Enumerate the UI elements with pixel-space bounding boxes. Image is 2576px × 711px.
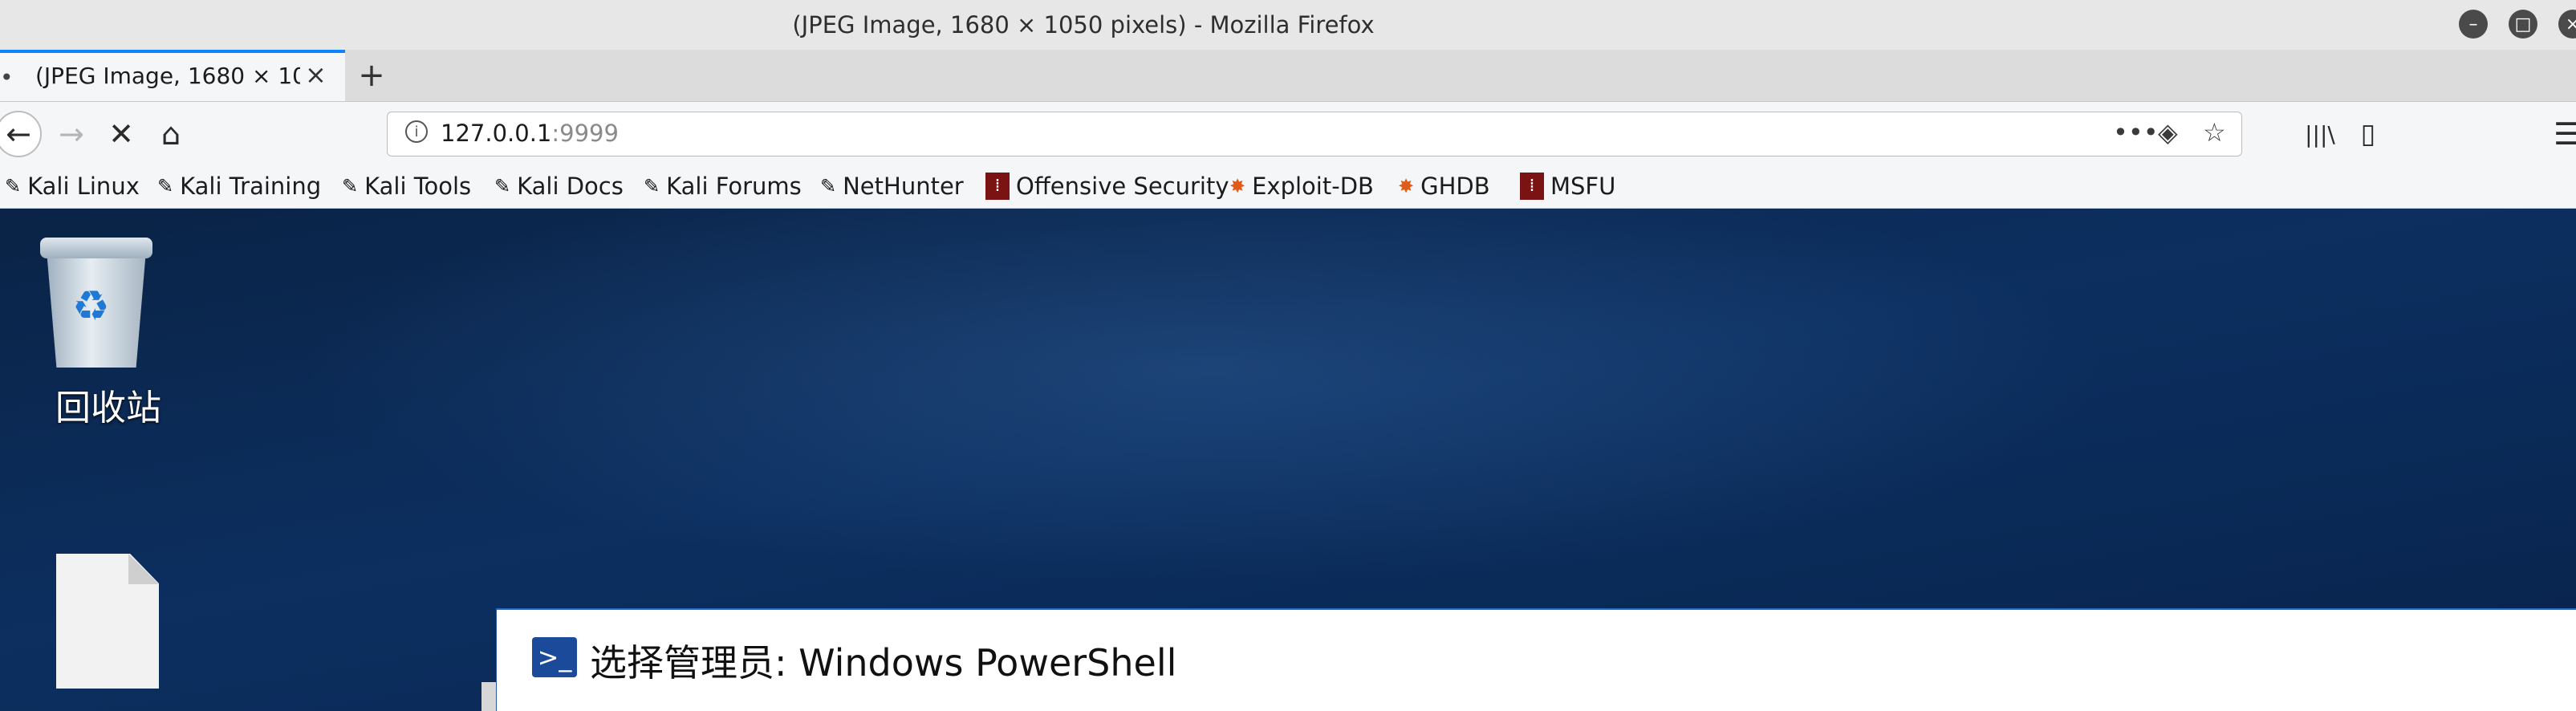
url-host: 127.0.0.1 <box>441 120 552 147</box>
recycle-bin-lid <box>40 238 152 258</box>
site-info-icon[interactable]: i <box>405 120 428 143</box>
bookmark-label: Offensive Security <box>1016 173 1229 200</box>
tab-dot-icon: • <box>0 64 14 91</box>
powershell-window[interactable]: >_ 选择管理员: Windows PowerShell <box>496 608 2576 711</box>
bookmark-nethunter[interactable]: ✎ NetHunter <box>820 167 964 205</box>
bookmark-kali-training[interactable]: ✎ Kali Training <box>157 167 321 205</box>
kali-dragon-icon: ✎ <box>157 175 174 197</box>
maximize-icon[interactable]: □ <box>2509 10 2537 39</box>
kali-dragon-icon: ✎ <box>644 175 660 197</box>
new-tab-button[interactable]: + <box>353 53 390 98</box>
powershell-icon: >_ <box>532 637 577 677</box>
recycle-bin-label: 回收站 <box>55 388 161 429</box>
bookmark-msfu[interactable]: ⁞ MSFU <box>1520 167 1615 205</box>
url-text[interactable]: 127.0.0.1:9999 <box>441 120 619 147</box>
recycle-symbol-icon: ♻ <box>72 282 110 331</box>
minimize-icon[interactable]: – <box>2459 10 2488 39</box>
bookmark-exploit-db[interactable]: ✸ Exploit-DB <box>1229 167 1374 205</box>
exploitdb-icon: ✸ <box>1398 175 1415 197</box>
offsec-icon: ⁞ <box>1520 173 1544 200</box>
powershell-window-title: 选择管理员: Windows PowerShell <box>590 641 1177 685</box>
home-button[interactable]: ⌂ <box>148 111 194 157</box>
bookmark-label: Kali Training <box>180 173 322 200</box>
bookmark-label: Exploit-DB <box>1252 173 1374 200</box>
menu-icon[interactable]: ☰ <box>2544 111 2576 157</box>
bookmark-label: Kali Linux <box>27 173 140 200</box>
bookmark-label: Kali Forums <box>666 173 802 200</box>
offsec-icon: ⁞ <box>985 173 1010 200</box>
bookmark-star-icon[interactable]: ☆ <box>2203 117 2226 148</box>
bookmark-label: GHDB <box>1420 173 1490 200</box>
bookmark-offensive-security[interactable]: ⁞ Offensive Security <box>985 167 1229 205</box>
bookmark-kali-forums[interactable]: ✎ Kali Forums <box>644 167 802 205</box>
stop-button[interactable]: ✕ <box>98 111 144 157</box>
bookmark-label: NetHunter <box>843 173 964 200</box>
exploitdb-icon: ✸ <box>1229 175 1246 197</box>
kali-dragon-icon: ✎ <box>820 175 837 197</box>
bookmark-label: Kali Docs <box>517 173 624 200</box>
tab-active[interactable]: • (JPEG Image, 1680 × 1050 pixels) × <box>0 50 345 101</box>
bookmark-kali-tools[interactable]: ✎ Kali Tools <box>342 167 471 205</box>
recycle-bin[interactable]: ♻ 回收站 <box>32 226 185 435</box>
page-actions-icon[interactable]: ••• <box>2113 117 2159 148</box>
window-shadow <box>481 682 496 711</box>
window-title: (JPEG Image, 1680 × 1050 pixels) - Mozil… <box>792 11 1375 39</box>
url-port: :9999 <box>551 120 619 147</box>
bookmark-kali-linux[interactable]: ✎ Kali Linux <box>5 167 140 205</box>
bookmark-label: MSFU <box>1550 173 1616 200</box>
kali-dragon-icon: ✎ <box>494 175 511 197</box>
sidebar-icon[interactable]: ▯ <box>2345 111 2391 157</box>
bookmark-label: Kali Tools <box>364 173 472 200</box>
kali-dragon-icon: ✎ <box>342 175 359 197</box>
forward-button[interactable]: → <box>48 111 95 157</box>
pocket-icon[interactable]: ◈ <box>2158 117 2178 148</box>
url-bar[interactable]: i 127.0.0.1:9999 ••• ◈ ☆ <box>387 112 2242 156</box>
kali-dragon-icon: ✎ <box>5 175 22 197</box>
tab-close-icon[interactable]: × <box>305 59 327 90</box>
bookmark-kali-docs[interactable]: ✎ Kali Docs <box>494 167 624 205</box>
bookmark-ghdb[interactable]: ✸ GHDB <box>1398 167 1490 205</box>
tab-title: (JPEG Image, 1680 × 1050 pixels) <box>35 63 300 89</box>
library-icon[interactable]: |||\ <box>2297 111 2343 157</box>
